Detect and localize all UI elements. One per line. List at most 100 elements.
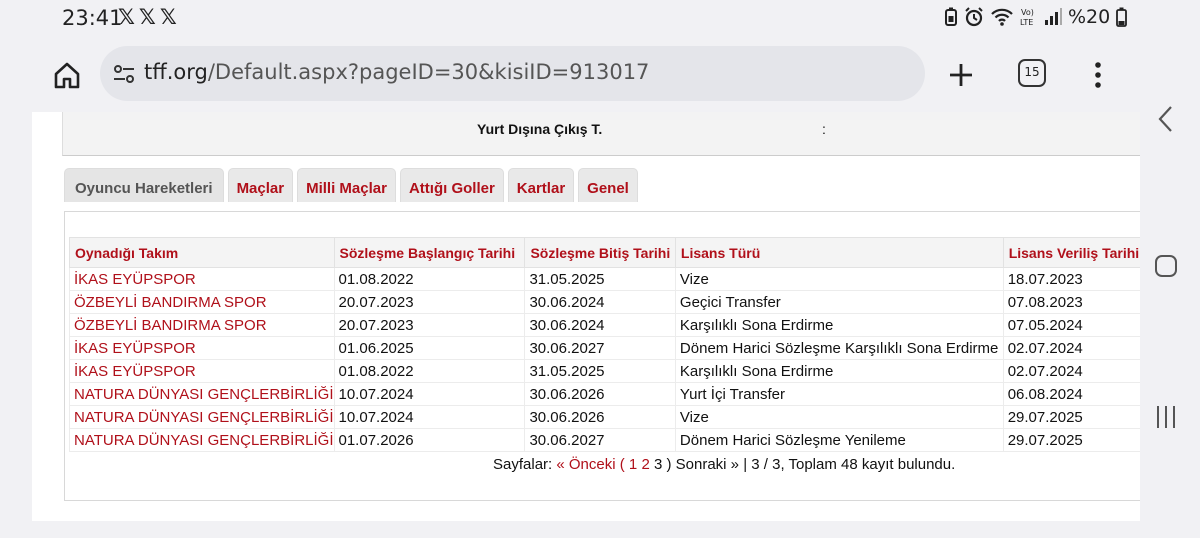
tab-oyuncu-hareketleri[interactable]: Oyuncu Hareketleri [64, 168, 224, 202]
license-type-cell: Karşılıklı Sona Erdirme [674, 313, 1004, 337]
tab-attigi-goller[interactable]: Attığı Goller [399, 168, 504, 202]
info-label: Yurt Dışına Çıkış T. [477, 121, 603, 137]
tab-milli-maclar[interactable]: Milli Maçlar [297, 168, 396, 202]
col-header-license-type[interactable]: Lisans Türü [674, 237, 1004, 268]
team-cell[interactable]: İKAS EYÜPSPOR [69, 267, 335, 291]
start-date-cell: 01.08.2022 [333, 359, 526, 383]
battery-percentage: %20 [1068, 6, 1111, 28]
pager-close-paren: ) [666, 456, 672, 473]
team-cell[interactable]: NATURA DÜNYASI GENÇLERBİRLİĞİ [69, 428, 335, 452]
table-row: ÖZBEYLİ BANDIRMA SPOR 20.07.2023 30.06.202… [69, 290, 1140, 314]
license-type-cell: Geçici Transfer [674, 290, 1004, 314]
battery-icon [1116, 7, 1128, 27]
team-cell[interactable]: NATURA DÜNYASI GENÇLERBİRLİĞİ [69, 382, 335, 406]
x-icon: 𝕏 [118, 5, 135, 29]
start-date-cell: 10.07.2024 [333, 405, 526, 429]
signal-icon [1045, 8, 1062, 25]
start-date-cell: 01.07.2026 [333, 428, 526, 452]
license-type-cell: Karşılıklı Sona Erdirme [674, 359, 1004, 383]
system-nav-bar [1140, 36, 1200, 538]
pager-current-page: 3 [653, 456, 663, 473]
team-cell[interactable]: İKAS EYÜPSPOR [69, 336, 335, 360]
team-cell[interactable]: İKAS EYÜPSPOR [69, 359, 335, 383]
start-date-cell: 01.06.2025 [333, 336, 526, 360]
more-menu-icon[interactable] [1086, 60, 1110, 90]
x-icon: 𝕏 [159, 5, 177, 29]
back-icon[interactable] [1154, 104, 1178, 134]
license-date-cell: 02.07.2024 [1002, 359, 1140, 383]
browser-toolbar: tff.org/Default.aspx?pageID=30&kisiID=91… [0, 36, 1140, 112]
license-date-cell: 29.07.2025 [1002, 428, 1140, 452]
web-page: Yurt Dışına Çıkış T. : Oyuncu Hareketler… [32, 112, 1140, 538]
phone-screen: 23:41 𝕏 𝕏 𝕏 Vo) LTE %20 tff.org/Default.a… [0, 0, 1200, 538]
start-date-cell: 20.07.2023 [333, 313, 526, 337]
info-panel: Yurt Dışına Çıkış T. : [62, 112, 1140, 156]
table-row: NATURA DÜNYASI GENÇLERBİRLİĞİ 01.07.2026 3… [69, 428, 1140, 452]
alarm-icon [965, 7, 983, 27]
team-cell[interactable]: ÖZBEYLİ BANDIRMA SPOR [69, 290, 335, 314]
svg-text:LTE: LTE [1020, 18, 1033, 27]
end-date-cell: 30.06.2026 [524, 405, 676, 429]
col-header-license-date[interactable]: Lisans Veriliş Tarihi [1002, 237, 1140, 268]
status-time: 23:41 [62, 6, 123, 30]
address-bar[interactable]: tff.org/Default.aspx?pageID=30&kisiID=91… [100, 46, 925, 101]
volte-icon: Vo)LTE [1020, 8, 1034, 27]
tab-kartlar[interactable]: Kartlar [507, 168, 575, 202]
tab-genel[interactable]: Genel [578, 168, 638, 202]
pager-page-2[interactable]: 2 [641, 456, 649, 473]
col-header-start-date[interactable]: Sözleşme Başlangıç Tarihi [333, 237, 526, 268]
table-row: İKAS EYÜPSPOR 01.08.2022 31.05.2025 Karşılı… [69, 359, 1140, 383]
col-header-end-date[interactable]: Sözleşme Bitiş Tarihi [524, 237, 676, 268]
license-date-cell: 07.05.2024 [1002, 313, 1140, 337]
license-date-cell: 18.07.2023 [1002, 267, 1140, 291]
pager-next-link[interactable]: Sonraki » [676, 456, 739, 473]
end-date-cell: 30.06.2024 [524, 290, 676, 314]
table-row: ÖZBEYLİ BANDIRMA SPOR 20.07.2023 30.06.202… [69, 313, 1140, 337]
pager-prev-link[interactable]: « Önceki [556, 456, 615, 473]
status-bar: 23:41 𝕏 𝕏 𝕏 Vo) LTE %20 [0, 0, 1200, 36]
status-indicators: Vo) LTE %20 [944, 6, 1128, 28]
end-date-cell: 30.06.2027 [524, 428, 676, 452]
table-row: İKAS EYÜPSPOR 01.06.2025 30.06.2027 Dönem H… [69, 336, 1140, 360]
pager-open-paren: ( [619, 456, 625, 473]
license-date-cell: 29.07.2025 [1002, 405, 1140, 429]
end-date-cell: 30.06.2027 [524, 336, 676, 360]
pager-label: Sayfalar: [493, 456, 553, 473]
wifi-icon [991, 8, 1013, 26]
start-date-cell: 20.07.2023 [333, 290, 526, 314]
table-row: İKAS EYÜPSPOR 01.08.2022 31.05.2025 Vize 18.… [69, 267, 1140, 291]
recents-icon[interactable] [1154, 404, 1178, 430]
team-cell[interactable]: ÖZBEYLİ BANDIRMA SPOR [69, 313, 335, 337]
x-icon: 𝕏 [138, 5, 156, 29]
license-type-cell: Vize [674, 267, 1004, 291]
pager-page-1[interactable]: 1 [629, 456, 637, 473]
end-date-cell: 31.05.2025 [524, 359, 676, 383]
team-cell[interactable]: NATURA DÜNYASI GENÇLERBİRLİĞİ [69, 405, 335, 429]
tab-switcher-button[interactable]: 15 [1018, 59, 1046, 87]
new-tab-icon[interactable] [946, 60, 976, 90]
url-text[interactable]: tff.org/Default.aspx?pageID=30&kisiID=91… [144, 60, 649, 84]
start-date-cell: 01.08.2022 [333, 267, 526, 291]
transfers-table: Oynadığı Takım Sözleşme Başlangıç Tarihi… [69, 237, 1140, 452]
home-icon[interactable] [52, 60, 82, 90]
license-type-cell: Dönem Harici Sözleşme Yenileme [674, 428, 1004, 452]
home-nav-icon[interactable] [1154, 254, 1178, 278]
license-date-cell: 07.08.2023 [1002, 290, 1140, 314]
end-date-cell: 30.06.2026 [524, 382, 676, 406]
svg-text:Vo): Vo) [1021, 8, 1034, 17]
license-type-cell: Yurt İçi Transfer [674, 382, 1004, 406]
license-type-cell: Vize [674, 405, 1004, 429]
end-date-cell: 31.05.2025 [524, 267, 676, 291]
url-domain: tff.org [144, 60, 208, 84]
start-date-cell: 10.07.2024 [333, 382, 526, 406]
notification-icons: 𝕏 𝕏 𝕏 [118, 6, 177, 28]
site-settings-icon[interactable] [112, 62, 136, 86]
license-date-cell: 06.08.2024 [1002, 382, 1140, 406]
license-date-cell: 02.07.2024 [1002, 336, 1140, 360]
player-tabs: Oyuncu Hareketleri Maçlar Milli Maçlar A… [64, 168, 638, 202]
url-path: /Default.aspx?pageID=30&kisiID=913017 [207, 60, 650, 84]
tab-maclar[interactable]: Maçlar [227, 168, 294, 202]
pager-summary: | 3 / 3, Toplam 48 kayıt bulundu. [743, 456, 956, 473]
table-header-row: Oynadığı Takım Sözleşme Başlangıç Tarihi… [69, 237, 1140, 268]
col-header-team[interactable]: Oynadığı Takım [69, 237, 335, 268]
